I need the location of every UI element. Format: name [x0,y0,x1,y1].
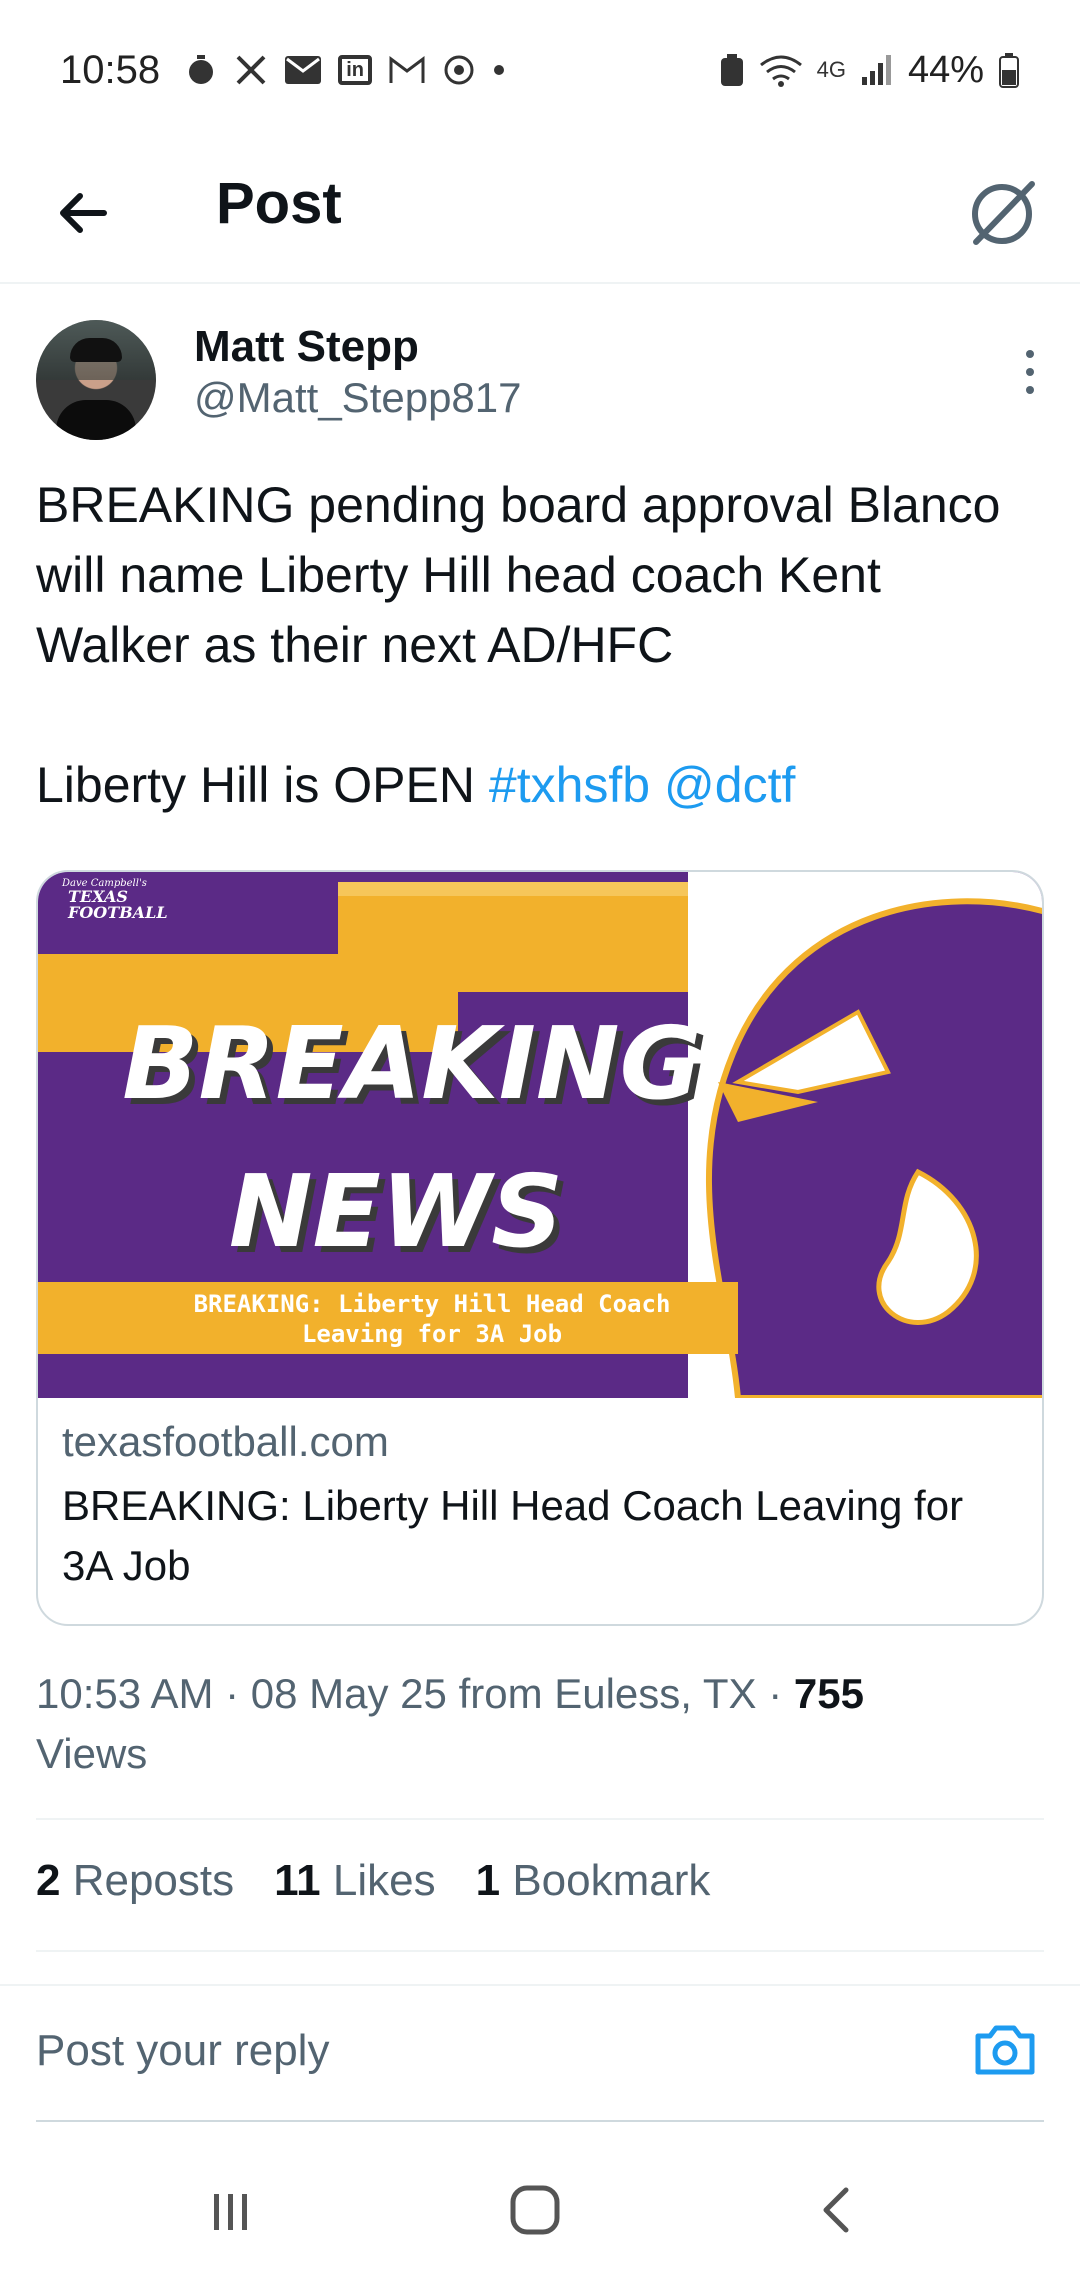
reply-underline [36,2120,1044,2122]
gmail-icon [388,55,426,85]
author-name[interactable]: Matt Stepp [194,322,419,372]
back-button[interactable] [50,178,120,248]
system-back-button[interactable] [792,2170,882,2250]
top-app-bar: Post [0,140,1080,284]
grok-icon [972,181,1035,245]
linkedin-icon: in [338,55,373,85]
camera-icon [975,2025,1035,2075]
more-options-button[interactable] [1020,342,1040,402]
avatar[interactable] [36,320,156,440]
more-notifications-dot-icon [492,63,506,77]
more-vertical-icon [1026,350,1034,394]
timestamp-text: 10:53 AM · 08 May 25 from Euless, TX · [36,1670,794,1717]
x-app-icon [234,53,268,87]
card-title: BREAKING: Liberty Hill Head Coach Leavin… [62,1482,964,1589]
status-time: 10:58 [60,47,161,92]
post-text: BREAKING pending board approval Blanco w… [36,470,1046,820]
reply-bar [0,1984,1080,2122]
network-type-label: 4G [816,57,846,82]
card-domain: texasfootball.com [62,1418,389,1465]
reposts-stat[interactable]: 2 Reposts [36,1856,234,1906]
recent-apps-icon [214,2194,247,2230]
card-image-caption-2: Leaving for 3A Job [302,1320,562,1348]
post-text-line1: BREAKING pending board approval Blanco w… [36,477,1015,673]
battery-percent: 44% [907,48,984,91]
author-handle[interactable]: @Matt_Stepp817 [194,374,522,422]
system-navigation-bar [0,2140,1080,2280]
reply-input[interactable] [36,2016,936,2086]
divider [36,1950,1044,1952]
card-image-brand-2: FOOTBALL [67,903,168,922]
post-author-row: Matt Stepp @Matt_Stepp817 [36,318,1044,448]
wifi-icon [759,53,803,87]
post-stats: 2 Reposts 11 Likes 1 Bookmark [36,1856,710,1906]
divider [36,1818,1044,1820]
status-bar: 10:58 in 4G 44% [0,0,1080,140]
hashtag-link[interactable]: #txhsfb [489,757,650,813]
bookmarks-count: 1 [475,1856,501,1905]
card-image-headline-2: NEWS [229,1153,563,1270]
battery-charging-icon [998,52,1020,88]
recent-apps-button[interactable] [186,2170,276,2250]
grok-button[interactable] [960,170,1044,254]
arrow-left-icon [60,193,107,233]
home-icon [510,2185,560,2235]
stopwatch-icon [184,53,218,87]
card-image-caption-1: BREAKING: Liberty Hill Head Coach [194,1290,671,1318]
page-title: Post [216,171,342,236]
card-image-headline-1: BREAKING [122,1005,701,1122]
likes-label: Likes [332,1856,436,1905]
reposts-count: 2 [36,1856,61,1905]
chevron-left-icon [823,2187,849,2233]
likes-count: 11 [274,1856,321,1905]
bookmarks-label: Bookmark [512,1856,711,1905]
battery-saver-icon [719,53,745,87]
reposts-label: Reposts [72,1856,235,1905]
link-preview-card[interactable]: Dave Campbell's TEXAS FOOTBALL BREAKING … [36,870,1044,1626]
views-label[interactable]: Views [36,1730,147,1777]
mention-link[interactable]: @dctf [664,757,795,813]
card-image: Dave Campbell's TEXAS FOOTBALL BREAKING … [38,872,1042,1398]
post-text-line2: Liberty Hill is OPEN [36,757,489,813]
likes-stat[interactable]: 11 Likes [274,1856,435,1906]
bookmarks-stat[interactable]: 1 Bookmark [476,1856,711,1906]
views-count[interactable]: 755 [794,1670,864,1717]
card-meta: texasfootball.com BREAKING: Liberty Hill… [62,1418,1022,1596]
signal-icon [860,53,894,87]
post-timestamp: 10:53 AM · 08 May 25 from Euless, TX · 7… [36,1664,1046,1784]
mail-icon [284,55,322,85]
camera-button[interactable] [970,2014,1040,2084]
home-button[interactable] [490,2170,580,2250]
sync-icon [442,53,476,87]
